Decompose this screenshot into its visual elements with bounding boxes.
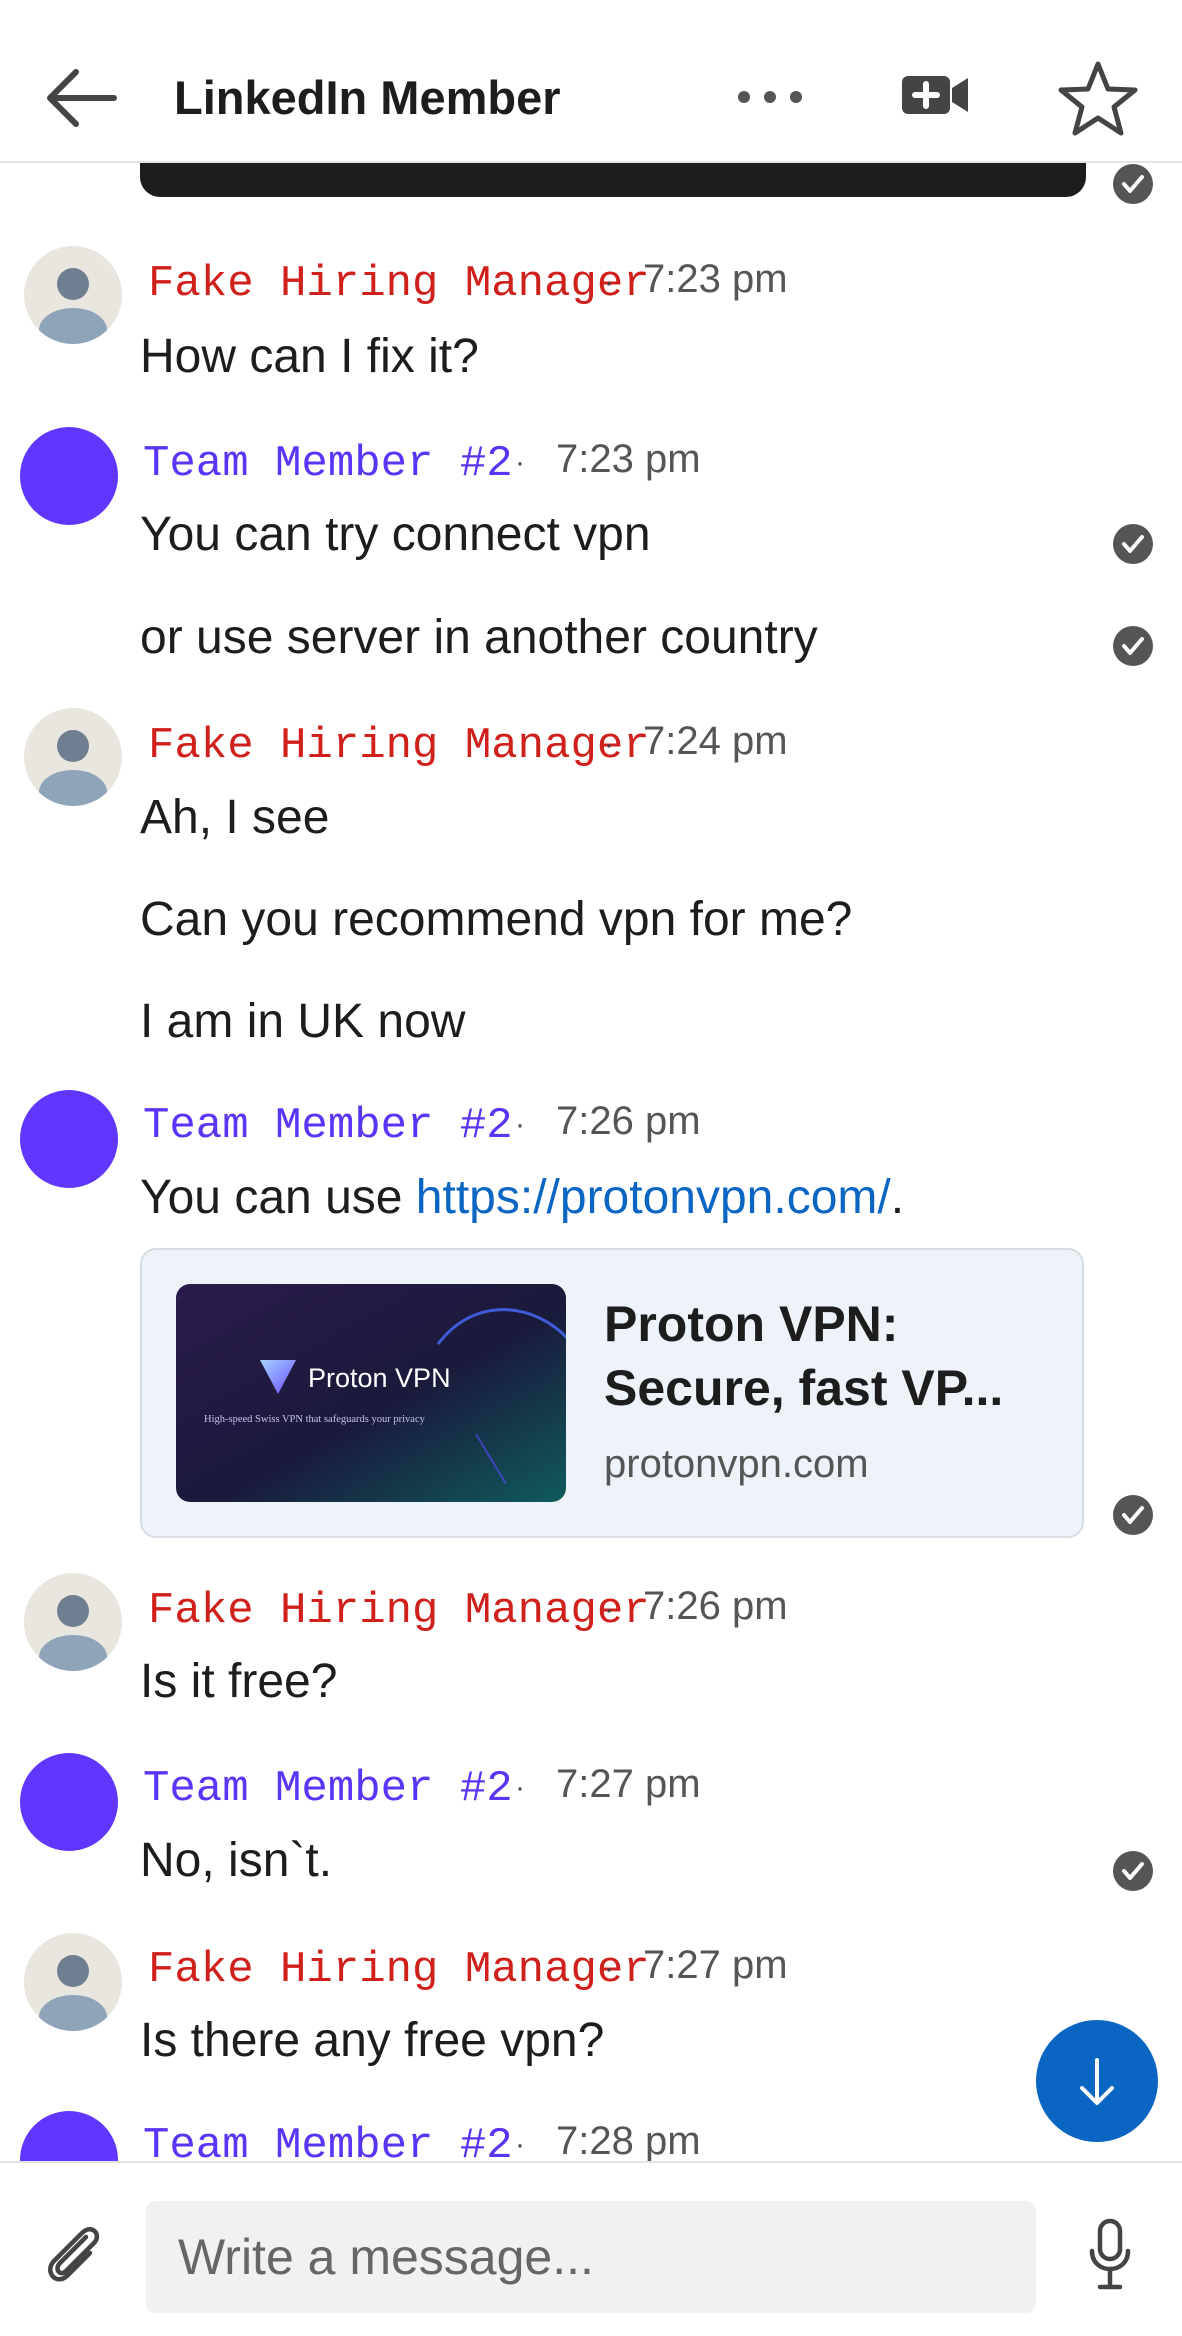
message-time: 7:27 pm xyxy=(643,1943,788,1987)
message-text: You can try connect vpn xyxy=(140,508,651,561)
sender-name[interactable]: Team Member #2 xyxy=(143,1101,513,1151)
more-horizontal-icon xyxy=(738,91,802,103)
more-options-button[interactable] xyxy=(730,72,810,122)
preview-brand: Proton VPN xyxy=(308,1363,451,1393)
message-time: 7:23 pm xyxy=(643,257,788,301)
sender-name[interactable]: Team Member #2 xyxy=(143,1764,513,1814)
scroll-to-bottom-button[interactable] xyxy=(1036,2020,1158,2142)
avatar[interactable] xyxy=(24,1933,122,2031)
message-text-prefix: You can use xyxy=(140,1171,416,1224)
arrow-left-icon xyxy=(47,69,117,127)
separator-dot: · xyxy=(604,266,614,299)
sender-name[interactable]: Fake Hiring Manager xyxy=(148,1945,650,1995)
separator-dot: · xyxy=(515,446,525,479)
conversation-title[interactable]: LinkedIn Member xyxy=(174,70,561,125)
message-text-suffix: . xyxy=(890,1171,905,1224)
separator-dot: · xyxy=(515,1771,525,1804)
separator-dot: · xyxy=(604,1952,614,1985)
preview-tagline: High-speed Swiss VPN that safeguards you… xyxy=(204,1414,426,1425)
separator-dot: · xyxy=(515,1108,525,1141)
sender-name[interactable]: Team Member #2 xyxy=(143,439,513,489)
message-text: No, isn`t. xyxy=(140,1834,333,1887)
read-receipt-check-icon xyxy=(1113,164,1153,204)
avatar[interactable] xyxy=(20,2111,118,2161)
avatar[interactable] xyxy=(24,246,122,344)
video-call-icon xyxy=(902,76,968,114)
default-person-icon xyxy=(39,1955,107,2031)
link-preview-title[interactable]: Proton VPN: Secure, fast VP... xyxy=(604,1292,1064,1420)
arrow-down-icon xyxy=(1080,2058,1114,2105)
message-text: Is there any free vpn? xyxy=(140,2014,605,2067)
avatar[interactable] xyxy=(20,1753,118,1851)
conversation-header: LinkedIn Member xyxy=(0,0,1182,163)
message-text: I am in UK now xyxy=(140,995,466,1048)
sender-name[interactable]: Fake Hiring Manager xyxy=(148,721,650,771)
separator-dot: · xyxy=(515,2128,525,2161)
message-text: You can use https://protonvpn.com/. xyxy=(140,1170,904,1225)
default-person-icon xyxy=(39,268,107,344)
back-button[interactable] xyxy=(40,58,120,138)
read-receipt-check-icon xyxy=(1113,1851,1153,1891)
read-receipt-check-icon xyxy=(1113,626,1153,666)
link-preview-domain: protonvpn.com xyxy=(604,1442,869,1486)
read-receipt-check-icon xyxy=(1113,1495,1153,1535)
voice-message-button[interactable] xyxy=(1084,2215,1136,2295)
message-text: or use server in another country xyxy=(140,611,818,664)
message-thread[interactable]: Fake Hiring Manager · 7:23 pm How can I … xyxy=(0,163,1182,2161)
link-preview-card[interactable]: Proton VPN High-speed Swiss VPN that saf… xyxy=(140,1248,1084,1538)
paperclip-icon xyxy=(48,2226,100,2282)
star-icon xyxy=(1058,61,1138,136)
avatar[interactable] xyxy=(24,708,122,806)
message-text: How can I fix it? xyxy=(140,330,479,383)
separator-dot: · xyxy=(604,728,614,761)
message-time: 7:28 pm xyxy=(556,2119,701,2161)
previous-attachment-bubble[interactable] xyxy=(140,163,1086,197)
message-input[interactable] xyxy=(146,2201,1036,2313)
message-link[interactable]: https://protonvpn.com/ xyxy=(416,1171,891,1224)
star-button[interactable] xyxy=(1055,56,1141,142)
read-receipt-check-icon xyxy=(1113,524,1153,564)
message-time: 7:26 pm xyxy=(556,1099,701,1143)
video-call-button[interactable] xyxy=(896,60,976,130)
message-time: 7:24 pm xyxy=(643,719,788,763)
message-time: 7:26 pm xyxy=(643,1584,788,1628)
message-text: Is it free? xyxy=(140,1655,338,1708)
avatar[interactable] xyxy=(20,427,118,525)
default-person-icon xyxy=(39,730,107,806)
message-text: Can you recommend vpn for me? xyxy=(140,893,853,946)
attach-button[interactable] xyxy=(36,2215,112,2291)
avatar[interactable] xyxy=(20,1090,118,1188)
message-text: Ah, I see xyxy=(140,791,330,844)
default-person-icon xyxy=(39,1595,107,1671)
link-preview-image: Proton VPN High-speed Swiss VPN that saf… xyxy=(176,1284,566,1502)
message-composer xyxy=(0,2161,1182,2336)
separator-dot: · xyxy=(604,1593,614,1626)
microphone-icon xyxy=(1089,2218,1131,2290)
sender-name[interactable]: Fake Hiring Manager xyxy=(148,1586,650,1636)
avatar[interactable] xyxy=(24,1573,122,1671)
sender-name[interactable]: Fake Hiring Manager xyxy=(148,259,650,309)
sender-name[interactable]: Team Member #2 xyxy=(143,2121,513,2161)
message-time: 7:27 pm xyxy=(556,1762,701,1806)
message-time: 7:23 pm xyxy=(556,437,701,481)
